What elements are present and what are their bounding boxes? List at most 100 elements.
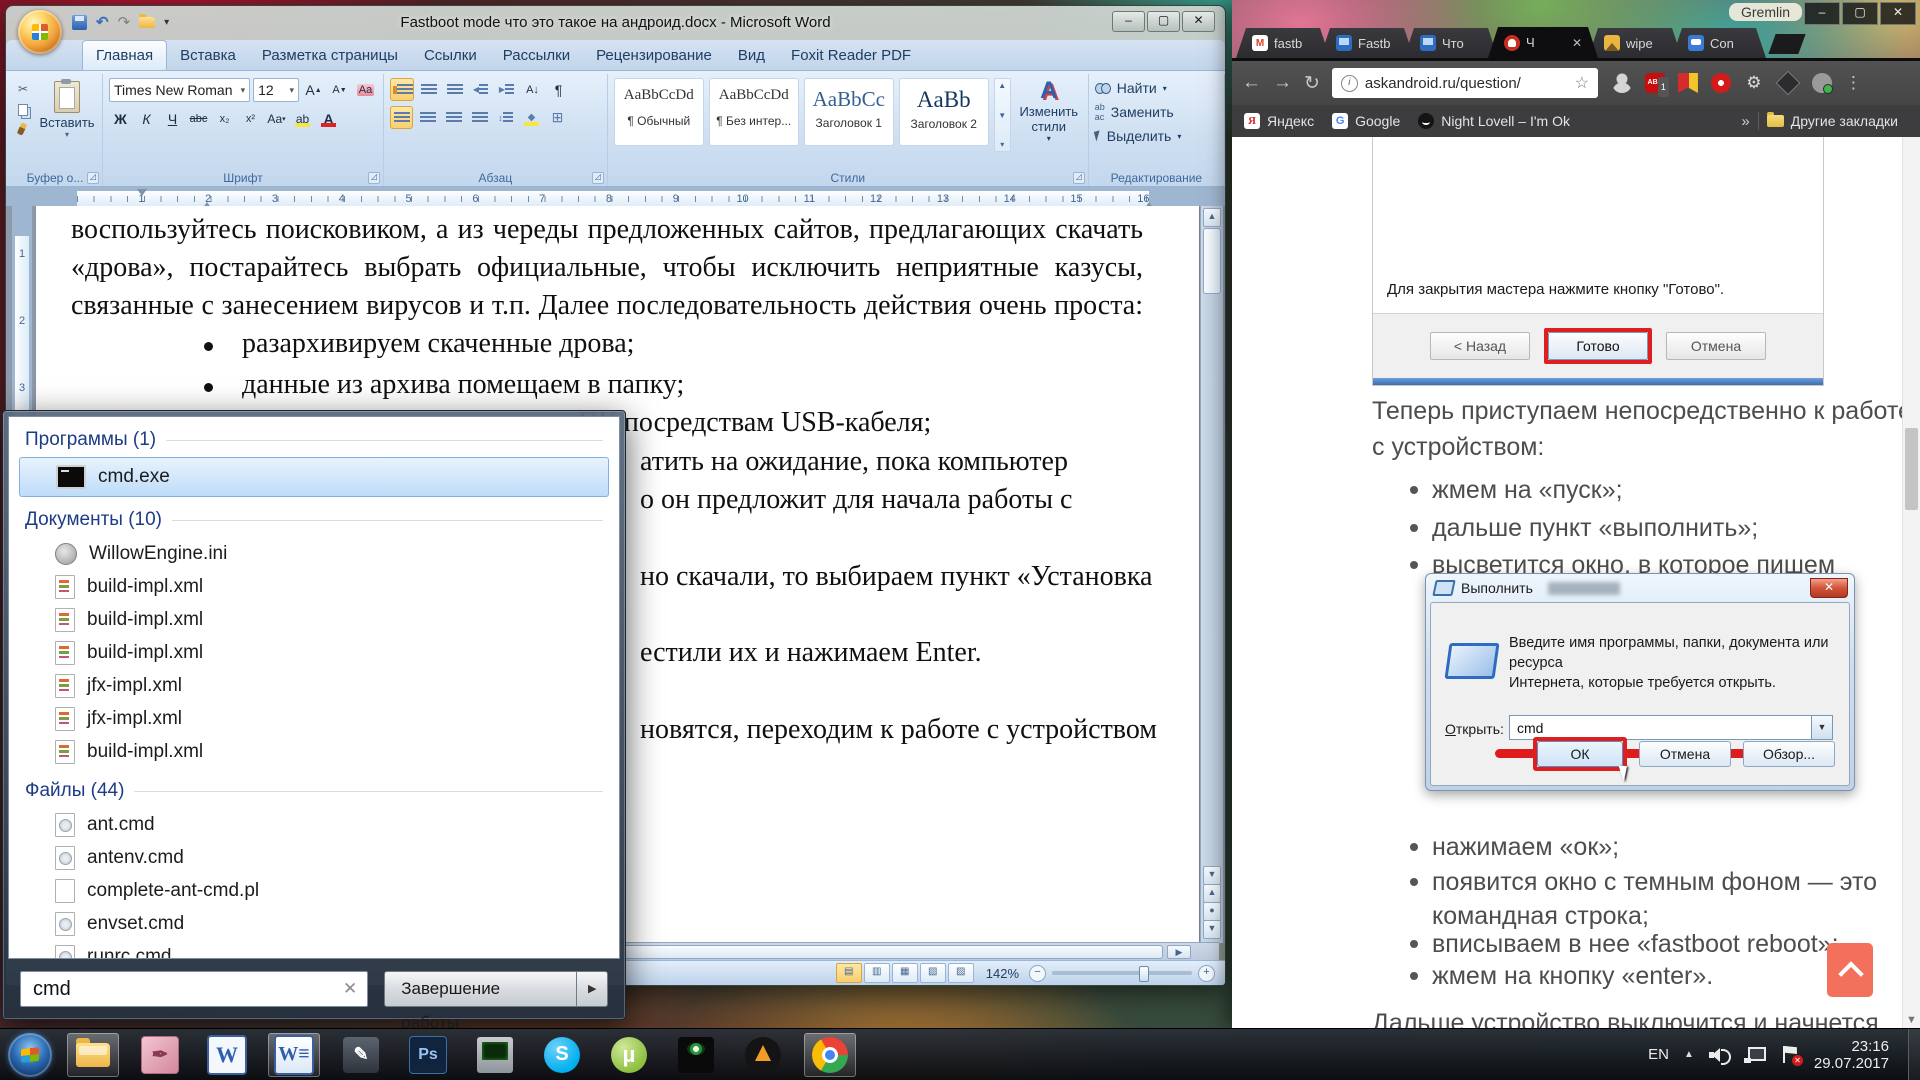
close-button[interactable]: ✕ xyxy=(1182,11,1215,32)
address-bar[interactable]: i askandroid.ru/question/ ☆ xyxy=(1332,68,1598,98)
result-document[interactable]: build-impl.xml xyxy=(9,636,619,669)
paragraph-dialog-launcher[interactable]: ◿ xyxy=(592,172,604,184)
style-no-spacing[interactable]: AaBbCcDd ¶ Без интер... xyxy=(709,78,799,146)
page-info-icon[interactable]: i xyxy=(1341,75,1358,92)
replace-button[interactable]: abacЗаменить xyxy=(1095,102,1218,122)
taskbar-photoshop[interactable]: Ps xyxy=(402,1033,454,1077)
change-styles-button[interactable]: A Изменить стили ▾ xyxy=(1016,78,1082,143)
scroll-down-icon[interactable]: ▼ xyxy=(1203,866,1221,885)
tab-active-askandroid[interactable]: Ч ✕ xyxy=(1488,27,1598,58)
minimize-button[interactable]: – xyxy=(1804,2,1840,25)
copy-icon[interactable] xyxy=(14,101,32,117)
font-name-combo[interactable]: Times New Roman▾ xyxy=(109,78,250,102)
next-page-icon[interactable]: ▼ xyxy=(1203,920,1221,939)
bookmark-star-icon[interactable]: ☆ xyxy=(1575,73,1589,93)
multilevel-list-button[interactable] xyxy=(443,78,466,101)
fullscreen-view-button[interactable]: ▥ xyxy=(864,963,890,983)
align-left-button[interactable] xyxy=(390,106,413,129)
vertical-scrollbar[interactable]: ▲ ▼ ▲ ● ▼ xyxy=(1200,206,1223,943)
tab-chto[interactable]: Что xyxy=(1404,28,1498,58)
close-button[interactable]: ✕ xyxy=(1880,2,1916,25)
profile-icon[interactable] xyxy=(1612,73,1632,93)
cube-ext-icon[interactable] xyxy=(1776,71,1800,95)
taskbar-daemon-tools[interactable] xyxy=(737,1033,789,1077)
numbering-button[interactable] xyxy=(417,78,440,101)
page-scrollbar[interactable]: ▼ xyxy=(1902,137,1920,1029)
borders-button[interactable]: ⊞ xyxy=(546,106,569,129)
taskbar-chrome[interactable] xyxy=(804,1033,856,1077)
zoom-level[interactable]: 142% xyxy=(986,966,1019,981)
tab-foxit[interactable]: Foxit Reader PDF xyxy=(778,41,924,70)
web-layout-view-button[interactable]: ▦ xyxy=(892,963,918,983)
reload-icon[interactable]: ↻ xyxy=(1304,72,1320,95)
clear-search-icon[interactable]: ✕ xyxy=(343,979,357,999)
shrink-font-button[interactable]: А▼ xyxy=(328,79,351,102)
start-button[interactable] xyxy=(8,1033,52,1077)
superscript-button[interactable]: x² xyxy=(239,107,262,130)
target-ext-icon[interactable] xyxy=(1711,73,1731,93)
result-file[interactable]: antenv.cmd xyxy=(9,841,619,874)
tab-wipe[interactable]: wipe xyxy=(1588,28,1682,58)
bookmarks-ext-icon[interactable] xyxy=(1678,73,1698,93)
tray-clock[interactable]: 23:16 29.07.2017 xyxy=(1814,1038,1889,1072)
underline-button[interactable]: Ч xyxy=(161,107,184,130)
shutdown-options-icon[interactable]: ▶ xyxy=(577,971,608,1007)
previous-page-icon[interactable]: ▲ xyxy=(1203,884,1221,903)
clear-formatting-button[interactable]: Аа xyxy=(354,79,377,102)
change-case-button[interactable]: Аа▾ xyxy=(265,107,288,130)
style-heading1[interactable]: AaBbCc Заголовок 1 xyxy=(804,78,894,146)
tab-references[interactable]: Ссылки xyxy=(411,41,490,70)
scroll-up-icon[interactable]: ▲ xyxy=(1203,208,1221,227)
word-titlebar[interactable]: ↶ ↷ ▾ Fastboot mode что это такое на анд… xyxy=(6,6,1225,40)
tab-insert[interactable]: Вставка xyxy=(167,41,249,70)
office-button[interactable] xyxy=(18,10,62,54)
result-cmd-exe[interactable]: cmd.exe xyxy=(19,457,609,497)
close-tab-icon[interactable]: ✕ xyxy=(1572,36,1582,50)
status-ext-icon[interactable] xyxy=(1812,73,1832,93)
result-file[interactable]: envset.cmd xyxy=(9,907,619,940)
result-document[interactable]: build-impl.xml xyxy=(9,735,619,768)
other-bookmarks[interactable]: Другие закладки xyxy=(1767,113,1898,129)
taskbar-editor[interactable]: ✎ xyxy=(335,1033,387,1077)
new-tab-button[interactable] xyxy=(1768,34,1805,54)
result-document[interactable]: jfx-impl.xml xyxy=(9,702,619,735)
gear-ext-icon[interactable]: ⚙ xyxy=(1744,73,1764,93)
bold-button[interactable]: Ж xyxy=(109,107,132,130)
line-spacing-button[interactable]: ↕ xyxy=(494,106,517,129)
taskbar-word[interactable]: W xyxy=(201,1033,253,1077)
zoom-in-button[interactable]: + xyxy=(1198,965,1215,982)
taskbar-skype[interactable]: S xyxy=(536,1033,588,1077)
highlight-button[interactable]: ab xyxy=(291,107,314,130)
bookmark-yandex[interactable]: ЯЯндекс xyxy=(1244,113,1314,129)
result-document[interactable]: jfx-impl.xml xyxy=(9,669,619,702)
zoom-track[interactable] xyxy=(1052,971,1192,975)
grow-font-button[interactable]: А▲ xyxy=(302,79,325,102)
language-indicator[interactable]: EN xyxy=(1648,1046,1669,1063)
scroll-to-top-button[interactable] xyxy=(1827,943,1873,997)
italic-button[interactable]: К xyxy=(135,107,158,130)
tab-fastboot[interactable]: Fastb xyxy=(1320,28,1414,58)
select-browse-object-icon[interactable]: ● xyxy=(1203,902,1221,921)
bookmark-nightlovell[interactable]: Night Lovell – I'm Ok xyxy=(1418,113,1570,129)
sort-button[interactable]: А↓ xyxy=(521,78,544,101)
zoom-slider-thumb[interactable] xyxy=(1139,966,1149,982)
chrome-header[interactable]: Gremlin – ▢ ✕ Mfastb Fastb Что Ч ✕ wipe … xyxy=(1232,0,1920,61)
zoom-out-button[interactable]: − xyxy=(1029,965,1046,982)
font-size-combo[interactable]: 12▾ xyxy=(253,78,299,102)
vertical-scroll-thumb[interactable] xyxy=(1203,228,1221,294)
show-marks-button[interactable]: ¶ xyxy=(547,78,570,101)
bookmarks-overflow-icon[interactable]: » xyxy=(1741,113,1749,130)
find-button[interactable]: Найти▾ xyxy=(1095,80,1218,96)
scroll-down-icon[interactable]: ▼ xyxy=(1903,1014,1920,1026)
tab-review[interactable]: Рецензирование xyxy=(583,41,725,70)
taskbar-word-document[interactable]: W≡ xyxy=(268,1033,320,1077)
result-document[interactable]: build-impl.xml xyxy=(9,570,619,603)
decrease-indent-button[interactable]: ◀ xyxy=(469,78,492,101)
forward-icon[interactable]: → xyxy=(1273,72,1292,94)
search-input[interactable] xyxy=(31,977,343,1002)
style-normal[interactable]: AaBbCcDd ¶ Обычный xyxy=(614,78,704,146)
start-search-box[interactable]: ✕ xyxy=(20,971,368,1007)
back-icon[interactable]: ← xyxy=(1242,72,1261,94)
result-document[interactable]: WillowEngine.ini xyxy=(9,537,619,570)
style-heading2[interactable]: AaBb Заголовок 2 xyxy=(899,78,989,146)
